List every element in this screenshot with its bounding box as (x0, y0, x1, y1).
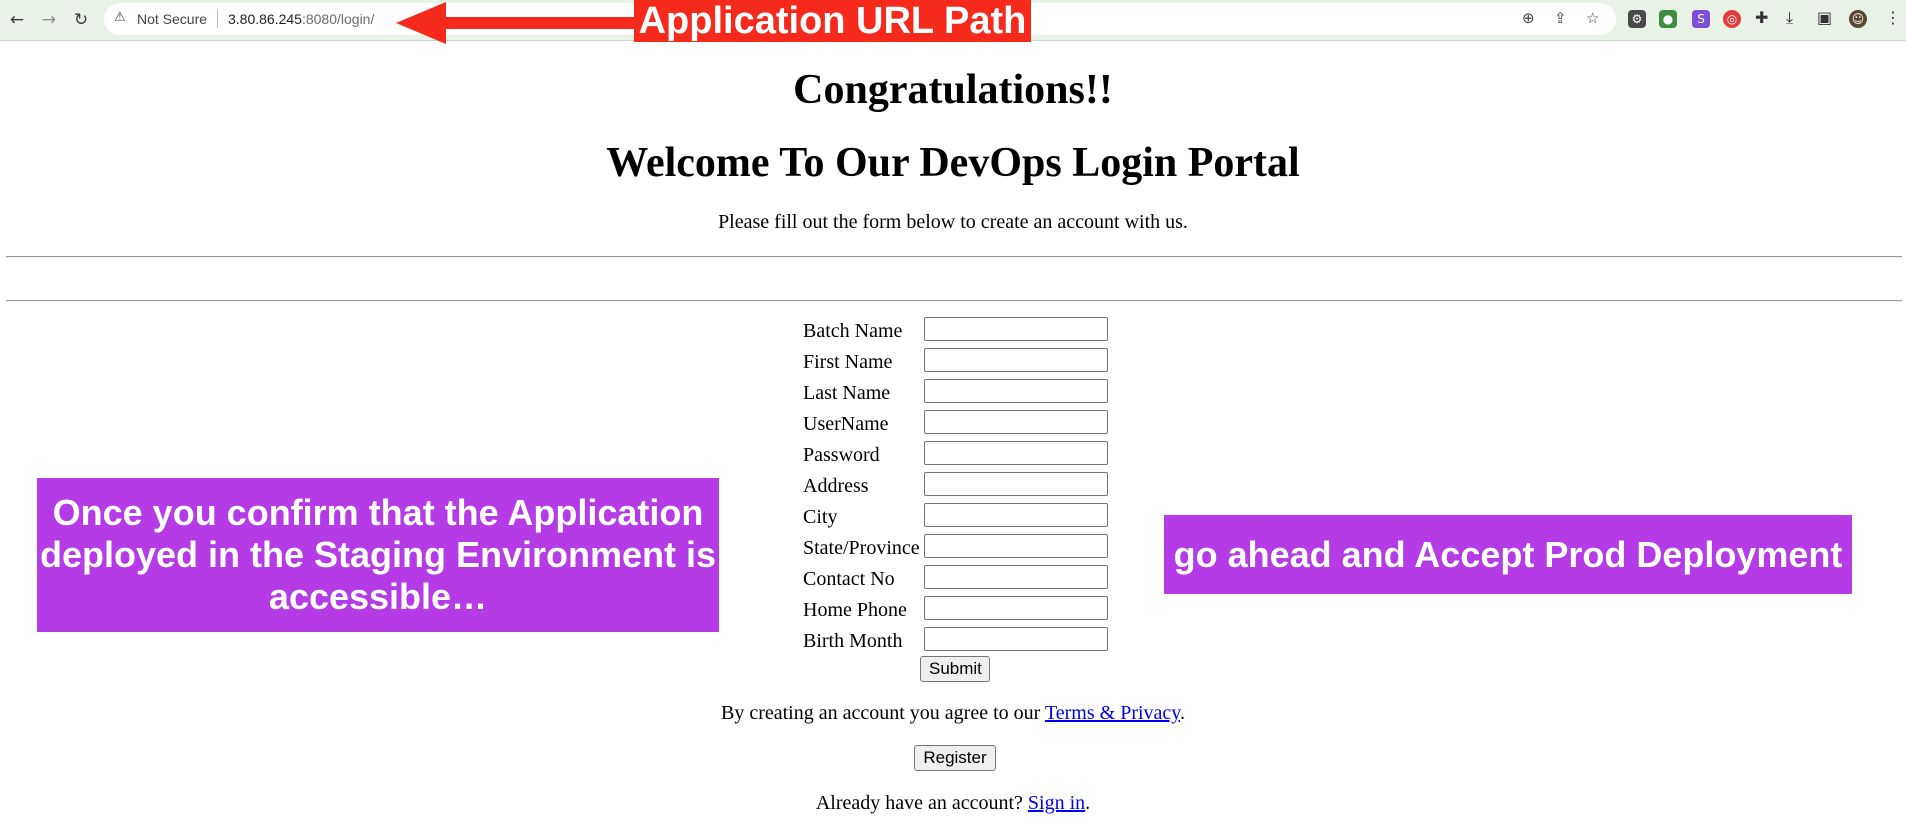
state-label: State/Province (803, 537, 920, 559)
terms-privacy-link[interactable]: Terms & Privacy (1045, 702, 1180, 724)
extension-gear-icon[interactable]: ⚙ (1628, 10, 1646, 28)
download-icon[interactable]: ⤓ (1786, 8, 1793, 28)
last-name-label: Last Name (803, 382, 891, 404)
side-panel-icon[interactable]: ▣ (1817, 8, 1832, 27)
warning-icon: ⚠ (114, 10, 126, 25)
address-label: Address (803, 475, 869, 497)
contact-no-label: Contact No (803, 568, 895, 590)
security-label: Not Secure (137, 11, 208, 27)
address-input[interactable] (924, 472, 1108, 496)
url-path-callout: Application URL Path (634, 0, 1031, 42)
reload-icon[interactable]: ↻ (69, 8, 93, 32)
batch-name-input[interactable] (924, 317, 1108, 341)
zoom-icon[interactable]: ⊕ (1522, 9, 1535, 27)
profile-avatar[interactable]: ☺ (1849, 10, 1867, 28)
username-label: UserName (803, 413, 889, 435)
page-title: Congratulations!! (793, 67, 1113, 113)
birth-month-input[interactable] (924, 627, 1108, 651)
staging-callout: Once you confirm that the Application de… (37, 478, 719, 632)
prod-callout: go ahead and Accept Prod Deployment (1164, 515, 1852, 594)
extension-red-icon[interactable]: ◎ (1723, 10, 1741, 28)
state-input[interactable] (924, 534, 1108, 558)
username-input[interactable] (924, 410, 1108, 434)
forward-icon[interactable]: → (37, 8, 61, 32)
bookmark-star-icon[interactable]: ☆ (1586, 9, 1599, 27)
divider (6, 300, 1902, 302)
share-icon[interactable]: ⇪ (1554, 9, 1567, 27)
home-phone-input[interactable] (924, 596, 1108, 620)
url-path: :8080/login/ (301, 11, 375, 27)
menu-kebab-icon[interactable]: ⋮ (1885, 8, 1901, 27)
url-text[interactable]: 3.80.86.245:8080/login/ (228, 11, 374, 27)
sign-in-link[interactable]: Sign in (1028, 792, 1085, 814)
extensions-puzzle-icon[interactable]: ✚ (1755, 8, 1768, 27)
omnibox-divider (217, 10, 218, 28)
first-name-input[interactable] (924, 348, 1108, 372)
terms-suffix: . (1180, 702, 1186, 724)
signin-suffix: . (1085, 792, 1091, 814)
terms-text: By creating an account you agree to our … (0, 702, 1906, 725)
batch-name-label: Batch Name (803, 320, 903, 342)
signin-text: Already have an account? Sign in. (0, 792, 1906, 815)
password-input[interactable] (924, 441, 1108, 465)
back-icon[interactable]: ← (5, 8, 29, 32)
page-subtitle: Welcome To Our DevOps Login Portal (606, 140, 1300, 186)
intro-text: Please fill out the form below to create… (718, 211, 1188, 233)
last-name-input[interactable] (924, 379, 1108, 403)
first-name-label: First Name (803, 351, 893, 373)
birth-month-label: Birth Month (803, 630, 903, 652)
submit-button[interactable]: Submit (920, 656, 990, 682)
city-input[interactable] (924, 503, 1108, 527)
password-label: Password (803, 444, 880, 466)
arrow-annotation-icon (396, 2, 636, 44)
home-phone-label: Home Phone (803, 599, 907, 621)
city-label: City (803, 506, 838, 528)
url-host: 3.80.86.245 (228, 11, 302, 27)
divider (6, 256, 1902, 258)
signin-prefix: Already have an account? (815, 792, 1028, 814)
extension-frog-icon[interactable]: ● (1659, 10, 1677, 28)
terms-prefix: By creating an account you agree to our (720, 702, 1045, 724)
contact-no-input[interactable] (924, 565, 1108, 589)
extension-s-icon[interactable]: S (1692, 10, 1710, 28)
register-button[interactable]: Register (914, 745, 996, 771)
